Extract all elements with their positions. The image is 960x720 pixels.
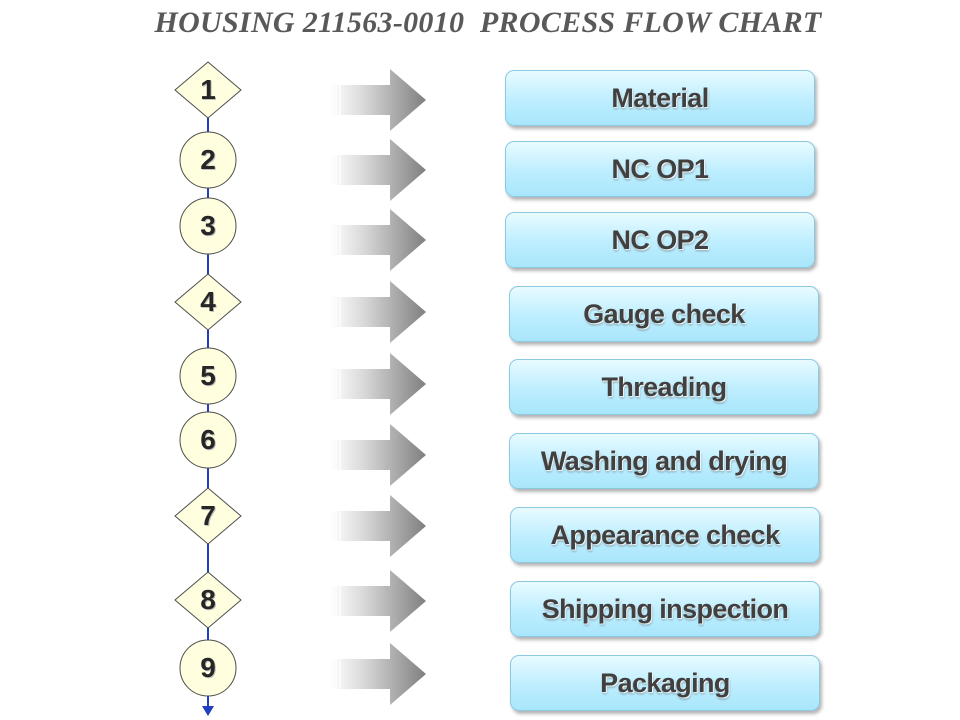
step-number: 6 bbox=[200, 424, 216, 455]
right-arrow-icon bbox=[330, 570, 426, 632]
step-node-2: 2 bbox=[174, 131, 242, 189]
step-label: Material bbox=[611, 82, 709, 113]
right-arrow-icon bbox=[330, 495, 426, 557]
step-node-5: 5 bbox=[174, 347, 242, 405]
step-box-3: NC OP2 bbox=[505, 212, 815, 268]
step-label: Washing and drying bbox=[540, 445, 788, 476]
step-box-5: Threading bbox=[509, 359, 819, 415]
right-arrow-icon bbox=[330, 69, 426, 131]
step-node-7: 7 bbox=[174, 487, 242, 545]
step-label: NC OP1 bbox=[611, 153, 710, 184]
right-arrow-icon bbox=[330, 139, 426, 201]
step-number: 4 bbox=[200, 286, 216, 317]
step-number: 9 bbox=[200, 652, 216, 683]
step-label: Packaging bbox=[600, 667, 730, 698]
step-number: 5 bbox=[200, 360, 216, 391]
step-box-6: Washing and drying bbox=[509, 433, 819, 489]
right-arrow-icon bbox=[330, 424, 426, 486]
step-box-4: Gauge check bbox=[509, 286, 819, 342]
step-node-3: 3 bbox=[174, 197, 242, 255]
step-label: NC OP2 bbox=[611, 224, 710, 255]
step-number: 1 bbox=[200, 74, 216, 105]
step-box-2: NC OP1 bbox=[505, 141, 815, 197]
step-number: 7 bbox=[200, 500, 216, 531]
step-box-8: Shipping inspection bbox=[510, 581, 820, 637]
step-node-8: 8 bbox=[174, 571, 242, 629]
flow-end-arrowhead bbox=[202, 706, 214, 716]
right-arrow-icon bbox=[330, 281, 426, 343]
step-node-1: 1 bbox=[174, 61, 242, 119]
step-number: 3 bbox=[200, 210, 216, 241]
right-arrow-icon bbox=[330, 643, 426, 705]
right-arrow-icon bbox=[330, 353, 426, 415]
step-label: Threading bbox=[601, 371, 727, 402]
step-node-4: 4 bbox=[174, 273, 242, 331]
step-node-6: 6 bbox=[174, 411, 242, 469]
step-node-9: 9 bbox=[174, 639, 242, 697]
step-box-7: Appearance check bbox=[510, 507, 820, 563]
step-number: 8 bbox=[200, 584, 216, 615]
right-arrow-icon bbox=[330, 209, 426, 271]
step-number: 2 bbox=[200, 144, 216, 175]
step-box-9: Packaging bbox=[510, 655, 820, 711]
step-box-1: Material bbox=[505, 70, 815, 126]
step-label: Shipping inspection bbox=[541, 593, 789, 624]
step-label: Appearance check bbox=[550, 519, 780, 550]
step-label: Gauge check bbox=[583, 298, 745, 329]
